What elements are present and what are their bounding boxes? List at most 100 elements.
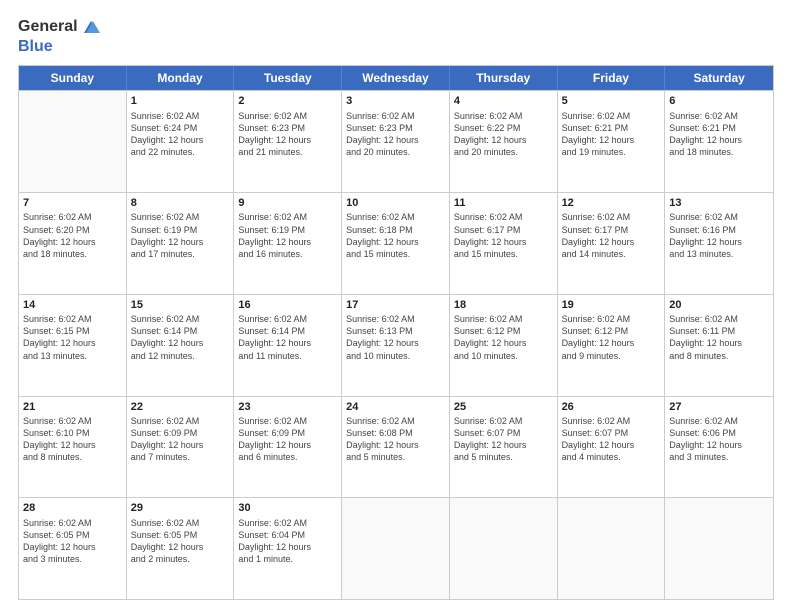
day-number: 11 — [454, 196, 553, 210]
calendar-cell: 22Sunrise: 6:02 AM Sunset: 6:09 PM Dayli… — [127, 397, 235, 498]
calendar-row: 28 Sunrise: 6:02 AM Sunset: 6:05 PM Dayli… — [19, 497, 773, 599]
logo-icon — [80, 19, 102, 35]
day-info: Sunrise: 6:02 AM Sunset: 6:05 PM Dayligh… — [131, 517, 230, 566]
calendar-cell: 21Sunrise: 6:02 AM Sunset: 6:10 PM Dayli… — [19, 397, 127, 498]
day-number: 26 — [562, 400, 661, 414]
weekday-header: Sunday — [19, 66, 127, 90]
page-header: General Blue — [18, 18, 774, 55]
weekday-header: Monday — [127, 66, 235, 90]
day-number: 18 — [454, 298, 553, 312]
weekday-header: Thursday — [450, 66, 558, 90]
day-number: 13 — [669, 196, 769, 210]
calendar-cell — [558, 498, 666, 599]
day-number: 12 — [562, 196, 661, 210]
day-info: Sunrise: 6:02 AM Sunset: 6:09 PM Dayligh… — [238, 415, 337, 464]
day-number: 29 — [131, 501, 230, 515]
day-info: Sunrise: 6:02 AM Sunset: 6:21 PM Dayligh… — [562, 110, 661, 159]
day-info: Sunrise: 6:02 AM Sunset: 6:14 PM Dayligh… — [131, 313, 230, 362]
day-number: 14 — [23, 298, 122, 312]
weekday-header: Wednesday — [342, 66, 450, 90]
day-info: Sunrise: 6:02 AM Sunset: 6:04 PM Dayligh… — [238, 517, 337, 566]
calendar-cell — [342, 498, 450, 599]
weekday-header: Saturday — [665, 66, 773, 90]
day-info: Sunrise: 6:02 AM Sunset: 6:11 PM Dayligh… — [669, 313, 769, 362]
calendar-row: 1 Sunrise: 6:02 AM Sunset: 6:24 PM Daylig… — [19, 90, 773, 192]
calendar-cell: 2 Sunrise: 6:02 AM Sunset: 6:23 PM Daylig… — [234, 91, 342, 192]
calendar-cell: 8Sunrise: 6:02 AM Sunset: 6:19 PM Daylig… — [127, 193, 235, 294]
day-info: Sunrise: 6:02 AM Sunset: 6:12 PM Dayligh… — [454, 313, 553, 362]
calendar-row: 14Sunrise: 6:02 AM Sunset: 6:15 PM Dayli… — [19, 294, 773, 396]
calendar-cell: 26Sunrise: 6:02 AM Sunset: 6:07 PM Dayli… — [558, 397, 666, 498]
day-number: 6 — [669, 94, 769, 108]
calendar-cell: 12Sunrise: 6:02 AM Sunset: 6:17 PM Dayli… — [558, 193, 666, 294]
day-info: Sunrise: 6:02 AM Sunset: 6:14 PM Dayligh… — [238, 313, 337, 362]
day-info: Sunrise: 6:02 AM Sunset: 6:19 PM Dayligh… — [238, 211, 337, 260]
day-number: 1 — [131, 94, 230, 108]
calendar-cell: 11Sunrise: 6:02 AM Sunset: 6:17 PM Dayli… — [450, 193, 558, 294]
day-number: 4 — [454, 94, 553, 108]
day-number: 22 — [131, 400, 230, 414]
calendar-cell: 16Sunrise: 6:02 AM Sunset: 6:14 PM Dayli… — [234, 295, 342, 396]
day-info: Sunrise: 6:02 AM Sunset: 6:13 PM Dayligh… — [346, 313, 445, 362]
day-info: Sunrise: 6:02 AM Sunset: 6:19 PM Dayligh… — [131, 211, 230, 260]
day-number: 25 — [454, 400, 553, 414]
calendar-cell: 10Sunrise: 6:02 AM Sunset: 6:18 PM Dayli… — [342, 193, 450, 294]
day-number: 2 — [238, 94, 337, 108]
day-info: Sunrise: 6:02 AM Sunset: 6:08 PM Dayligh… — [346, 415, 445, 464]
day-number: 9 — [238, 196, 337, 210]
day-info: Sunrise: 6:02 AM Sunset: 6:16 PM Dayligh… — [669, 211, 769, 260]
day-info: Sunrise: 6:02 AM Sunset: 6:15 PM Dayligh… — [23, 313, 122, 362]
calendar-cell: 20Sunrise: 6:02 AM Sunset: 6:11 PM Dayli… — [665, 295, 773, 396]
day-info: Sunrise: 6:02 AM Sunset: 6:12 PM Dayligh… — [562, 313, 661, 362]
calendar-cell — [19, 91, 127, 192]
calendar-cell: 18Sunrise: 6:02 AM Sunset: 6:12 PM Dayli… — [450, 295, 558, 396]
calendar-cell: 6 Sunrise: 6:02 AM Sunset: 6:21 PM Daylig… — [665, 91, 773, 192]
calendar-cell: 29 Sunrise: 6:02 AM Sunset: 6:05 PM Dayli… — [127, 498, 235, 599]
day-info: Sunrise: 6:02 AM Sunset: 6:24 PM Dayligh… — [131, 110, 230, 159]
day-info: Sunrise: 6:02 AM Sunset: 6:10 PM Dayligh… — [23, 415, 122, 464]
calendar-cell: 25Sunrise: 6:02 AM Sunset: 6:07 PM Dayli… — [450, 397, 558, 498]
day-info: Sunrise: 6:02 AM Sunset: 6:18 PM Dayligh… — [346, 211, 445, 260]
calendar-cell: 5 Sunrise: 6:02 AM Sunset: 6:21 PM Daylig… — [558, 91, 666, 192]
calendar-cell: 13Sunrise: 6:02 AM Sunset: 6:16 PM Dayli… — [665, 193, 773, 294]
calendar-cell: 17Sunrise: 6:02 AM Sunset: 6:13 PM Dayli… — [342, 295, 450, 396]
calendar-cell: 1 Sunrise: 6:02 AM Sunset: 6:24 PM Daylig… — [127, 91, 235, 192]
day-info: Sunrise: 6:02 AM Sunset: 6:17 PM Dayligh… — [562, 211, 661, 260]
logo: General Blue — [18, 18, 102, 55]
calendar-header: SundayMondayTuesdayWednesdayThursdayFrid… — [19, 66, 773, 90]
day-number: 20 — [669, 298, 769, 312]
day-number: 7 — [23, 196, 122, 210]
day-number: 17 — [346, 298, 445, 312]
day-info: Sunrise: 6:02 AM Sunset: 6:07 PM Dayligh… — [562, 415, 661, 464]
day-number: 15 — [131, 298, 230, 312]
day-number: 10 — [346, 196, 445, 210]
day-info: Sunrise: 6:02 AM Sunset: 6:07 PM Dayligh… — [454, 415, 553, 464]
calendar-cell — [450, 498, 558, 599]
day-number: 28 — [23, 501, 122, 515]
calendar-body: 1 Sunrise: 6:02 AM Sunset: 6:24 PM Daylig… — [19, 90, 773, 599]
logo-blue: Blue — [18, 38, 53, 55]
calendar-cell: 27Sunrise: 6:02 AM Sunset: 6:06 PM Dayli… — [665, 397, 773, 498]
calendar-cell: 23Sunrise: 6:02 AM Sunset: 6:09 PM Dayli… — [234, 397, 342, 498]
calendar-cell: 4Sunrise: 6:02 AM Sunset: 6:22 PM Daylig… — [450, 91, 558, 192]
calendar-cell: 24Sunrise: 6:02 AM Sunset: 6:08 PM Dayli… — [342, 397, 450, 498]
calendar-cell: 9Sunrise: 6:02 AM Sunset: 6:19 PM Daylig… — [234, 193, 342, 294]
day-number: 5 — [562, 94, 661, 108]
day-info: Sunrise: 6:02 AM Sunset: 6:23 PM Dayligh… — [238, 110, 337, 159]
day-info: Sunrise: 6:02 AM Sunset: 6:23 PM Dayligh… — [346, 110, 445, 159]
day-number: 27 — [669, 400, 769, 414]
day-number: 8 — [131, 196, 230, 210]
day-info: Sunrise: 6:02 AM Sunset: 6:20 PM Dayligh… — [23, 211, 122, 260]
day-number: 23 — [238, 400, 337, 414]
day-info: Sunrise: 6:02 AM Sunset: 6:06 PM Dayligh… — [669, 415, 769, 464]
logo-general: General — [18, 18, 78, 36]
calendar-cell: 30Sunrise: 6:02 AM Sunset: 6:04 PM Dayli… — [234, 498, 342, 599]
calendar-row: 21Sunrise: 6:02 AM Sunset: 6:10 PM Dayli… — [19, 396, 773, 498]
calendar-row: 7Sunrise: 6:02 AM Sunset: 6:20 PM Daylig… — [19, 192, 773, 294]
day-info: Sunrise: 6:02 AM Sunset: 6:21 PM Dayligh… — [669, 110, 769, 159]
weekday-header: Friday — [558, 66, 666, 90]
day-number: 16 — [238, 298, 337, 312]
calendar-cell: 19Sunrise: 6:02 AM Sunset: 6:12 PM Dayli… — [558, 295, 666, 396]
day-number: 3 — [346, 94, 445, 108]
day-info: Sunrise: 6:02 AM Sunset: 6:05 PM Dayligh… — [23, 517, 122, 566]
